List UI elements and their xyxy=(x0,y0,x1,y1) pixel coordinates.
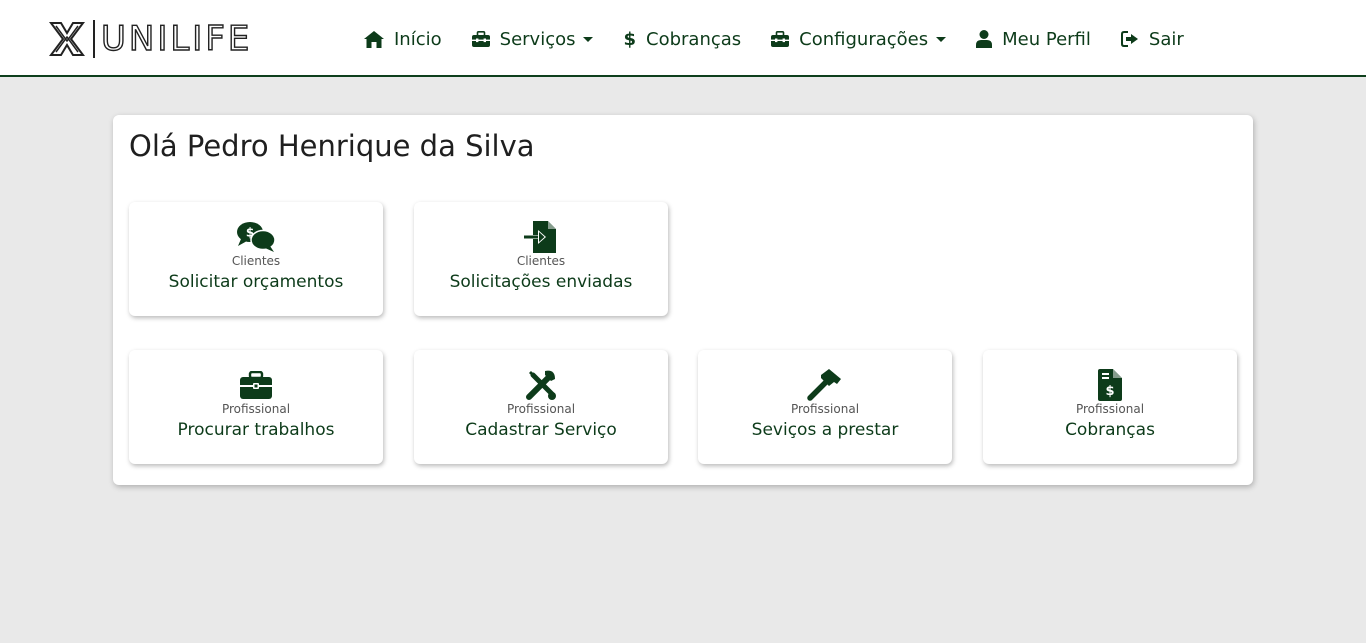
tile-category: Profissional xyxy=(506,402,576,416)
toolbox-icon xyxy=(771,31,790,47)
brand-separator xyxy=(93,20,95,58)
tile-category: Clientes xyxy=(516,254,566,268)
unilife-x-logo-icon xyxy=(49,22,85,56)
tile-solicitacoes-enviadas[interactable]: Clientes Solicitações enviadas xyxy=(414,202,668,316)
tile-label: Seviços a prestar xyxy=(751,420,899,440)
nav-item-label: Configurações xyxy=(799,28,929,50)
home-icon xyxy=(364,30,384,48)
tools-icon xyxy=(414,368,668,402)
tile-solicitar-orcamentos[interactable]: $ Clientes Solicitar orçamentos xyxy=(129,202,383,316)
dashboard-card: Olá Pedro Henrique da Silva $ Clientes S… xyxy=(113,115,1253,485)
user-icon xyxy=(976,30,993,48)
top-navbar: UNILIFE Início Serviços $ Cobranças Conf… xyxy=(0,0,1366,77)
brand-logo[interactable]: UNILIFE xyxy=(47,19,252,59)
chevron-down-icon xyxy=(936,36,947,42)
nav-item-label: Sair xyxy=(1148,28,1184,50)
tile-label: Solicitar orçamentos xyxy=(168,272,344,292)
nav-item-sair[interactable]: Sair xyxy=(1120,24,1184,54)
file-import-icon xyxy=(414,220,668,254)
chevron-down-icon xyxy=(583,36,594,42)
nav-item-label: Meu Perfil xyxy=(1002,28,1091,50)
comments-dollar-icon: $ xyxy=(129,220,383,254)
hammer-icon xyxy=(698,368,952,402)
file-invoice-dollar-icon: $ xyxy=(983,368,1237,402)
tile-cobrancas[interactable]: $ Profissional Cobranças xyxy=(983,350,1237,464)
tile-label: Solicitações enviadas xyxy=(449,272,633,292)
brand-name: UNILIFE xyxy=(100,19,253,59)
nav-item-label: Início xyxy=(394,28,442,50)
tile-label: Cobranças xyxy=(1065,420,1155,440)
tile-category: Profissional xyxy=(790,402,860,416)
dollar-icon: $ xyxy=(623,28,637,50)
nav-item-meu-perfil[interactable]: Meu Perfil xyxy=(976,24,1091,54)
tile-category: Profissional xyxy=(221,402,291,416)
tile-procurar-trabalhos[interactable]: Profissional Procurar trabalhos xyxy=(129,350,383,464)
nav-item-label: Serviços xyxy=(499,28,576,50)
tile-servicos-a-prestar[interactable]: Profissional Seviços a prestar xyxy=(698,350,952,464)
main-nav: Início Serviços $ Cobranças Configuraçõe… xyxy=(364,24,1184,54)
toolbox-icon xyxy=(471,31,490,47)
tile-cadastrar-servico[interactable]: Profissional Cadastrar Serviço xyxy=(414,350,668,464)
nav-item-servicos[interactable]: Serviços xyxy=(471,24,594,54)
tile-label: Cadastrar Serviço xyxy=(465,420,617,440)
tile-category: Clientes xyxy=(231,254,281,268)
svg-text:$: $ xyxy=(246,226,254,240)
nav-item-configuracoes[interactable]: Configurações xyxy=(771,24,947,54)
tile-label: Procurar trabalhos xyxy=(177,420,335,440)
svg-text:$: $ xyxy=(1105,384,1114,399)
sign-out-icon xyxy=(1120,31,1139,47)
nav-item-inicio[interactable]: Início xyxy=(364,24,442,54)
nav-item-cobrancas[interactable]: $ Cobranças xyxy=(623,24,741,54)
briefcase-icon xyxy=(129,368,383,402)
greeting-title: Olá Pedro Henrique da Silva xyxy=(129,129,535,163)
tile-category: Profissional xyxy=(1075,402,1145,416)
nav-item-label: Cobranças xyxy=(646,28,742,50)
